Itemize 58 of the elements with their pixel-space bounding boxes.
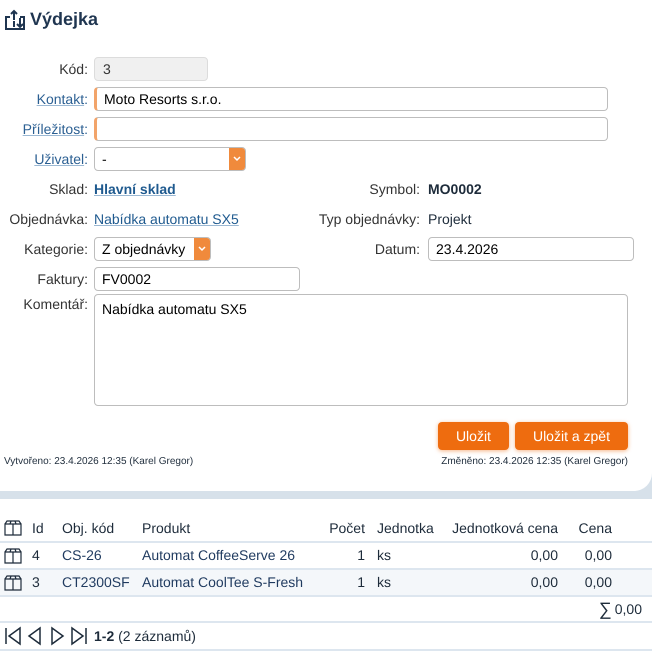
- field-label: Komentář:: [23, 295, 88, 314]
- field-label: Faktury:: [37, 270, 88, 289]
- input-field[interactable]: Moto Resorts s.r.o.: [94, 87, 608, 111]
- value-link[interactable]: Nabídka automatu SX5: [94, 208, 239, 230]
- column-header[interactable]: Počet: [317, 518, 365, 538]
- pager-info: 1-2 (2 záznamů): [94, 626, 196, 646]
- sum-sign: ∑: [598, 598, 612, 621]
- sum-total: 0,00: [614, 600, 642, 618]
- table-cell-text: Automat CoolTee S-Fresh: [142, 573, 304, 592]
- column-header[interactable]: Id: [32, 518, 62, 538]
- field-label[interactable]: Příležitost:: [22, 118, 88, 140]
- field-label[interactable]: Kontakt:: [36, 88, 88, 110]
- field-label[interactable]: Uživatel:: [34, 148, 88, 170]
- table-cell-text: Automat CoffeeServe 26: [142, 546, 296, 565]
- value-link[interactable]: Hlavní sklad: [94, 178, 176, 200]
- field-label: Symbol:: [369, 180, 420, 199]
- column-header[interactable]: Jednotková cena: [435, 518, 558, 538]
- field-label: Kód:: [59, 60, 88, 78]
- last-page-icon[interactable]: [70, 626, 88, 646]
- column-header[interactable]: Produkt: [142, 518, 317, 538]
- export-icon: [4, 8, 26, 30]
- input-field[interactable]: [94, 117, 608, 141]
- table-cell-text: ks: [376, 573, 392, 592]
- value-text: Projekt: [428, 210, 472, 229]
- field-label: Sklad:: [49, 180, 88, 198]
- created-info: Vytvořeno: 23.4.2026 12:35 (Karel Gregor): [4, 455, 194, 469]
- field-label: Typ objednávky:: [318, 210, 420, 229]
- changed-info: Změněno: 23.4.2026 12:35 (Karel Gregor): [441, 455, 628, 469]
- column-header[interactable]: Cena: [558, 518, 612, 538]
- package-icon: [4, 548, 22, 564]
- package-icon: [4, 520, 22, 536]
- first-page-icon[interactable]: [4, 626, 22, 646]
- table-cell-text: ks: [376, 546, 392, 565]
- prev-page-icon[interactable]: [26, 626, 44, 646]
- input-field[interactable]: FV0002: [94, 267, 300, 291]
- select-field[interactable]: -: [94, 147, 246, 171]
- select-field[interactable]: Z objednávky: [94, 237, 211, 261]
- page-title: Výdejka: [30, 8, 98, 31]
- table-cell-text: 0,00: [530, 546, 558, 565]
- table-cell-text: 1: [356, 573, 365, 592]
- package-icon: [4, 574, 22, 590]
- table-cell-text: 0,00: [584, 546, 612, 565]
- column-header[interactable]: Obj. kód: [62, 518, 142, 538]
- table-cell-text: CT2300SF: [62, 573, 131, 592]
- code-field: 3: [94, 57, 208, 81]
- table-cell-text: 1: [356, 546, 365, 565]
- input-field[interactable]: 23.4.2026: [428, 237, 634, 261]
- field-label: Objednávka:: [9, 210, 88, 229]
- comment-field[interactable]: Nabídka automatu SX5: [94, 294, 628, 406]
- field-label: Datum:: [374, 240, 420, 258]
- table-cell-text: 0,00: [584, 573, 612, 592]
- table-cell-text: 0,00: [530, 573, 558, 592]
- table-cell-text: 4: [32, 546, 41, 565]
- table-cell-text: 3: [32, 573, 41, 592]
- value-text: MO0002: [428, 180, 482, 198]
- table-cell-text: CS-26: [62, 546, 103, 565]
- field-label: Kategorie:: [24, 240, 88, 259]
- column-header[interactable]: Jednotka: [365, 518, 435, 538]
